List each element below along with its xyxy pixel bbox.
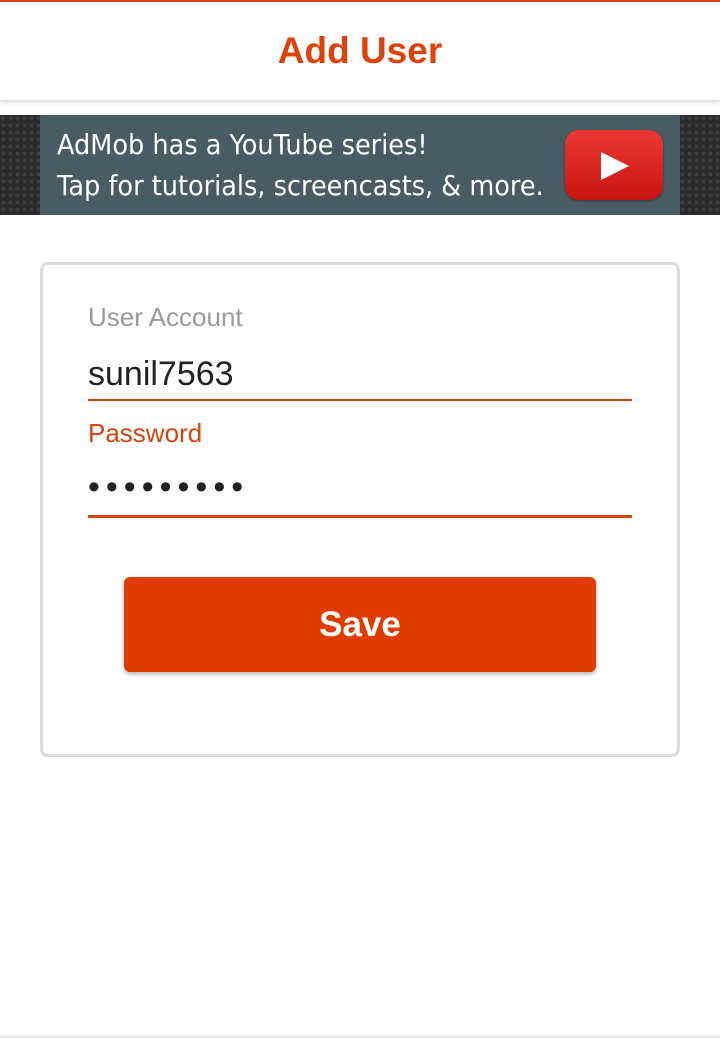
- password-input[interactable]: [88, 465, 632, 509]
- ad-line-2: Tap for tutorials, screencasts, & more.: [57, 170, 544, 202]
- user-account-underline: [88, 399, 632, 401]
- page-title: Add User: [277, 30, 443, 71]
- add-user-form: User Account Password Save: [40, 262, 680, 757]
- password-label: Password: [88, 418, 203, 448]
- youtube-play-icon[interactable]: [565, 130, 663, 200]
- play-triangle-icon: [601, 152, 629, 180]
- ad-line-1: AdMob has a YouTube series!: [57, 129, 428, 161]
- ad-panel[interactable]: AdMob has a YouTube series! Tap for tuto…: [40, 115, 680, 215]
- user-account-label: User Account: [88, 302, 243, 332]
- ad-text: AdMob has a YouTube series! Tap for tuto…: [57, 125, 544, 207]
- save-button[interactable]: Save: [124, 577, 596, 672]
- user-account-input[interactable]: [88, 352, 632, 396]
- ad-banner[interactable]: AdMob has a YouTube series! Tap for tuto…: [0, 115, 720, 215]
- app-bar: Add User: [0, 2, 720, 100]
- password-underline: [88, 515, 632, 518]
